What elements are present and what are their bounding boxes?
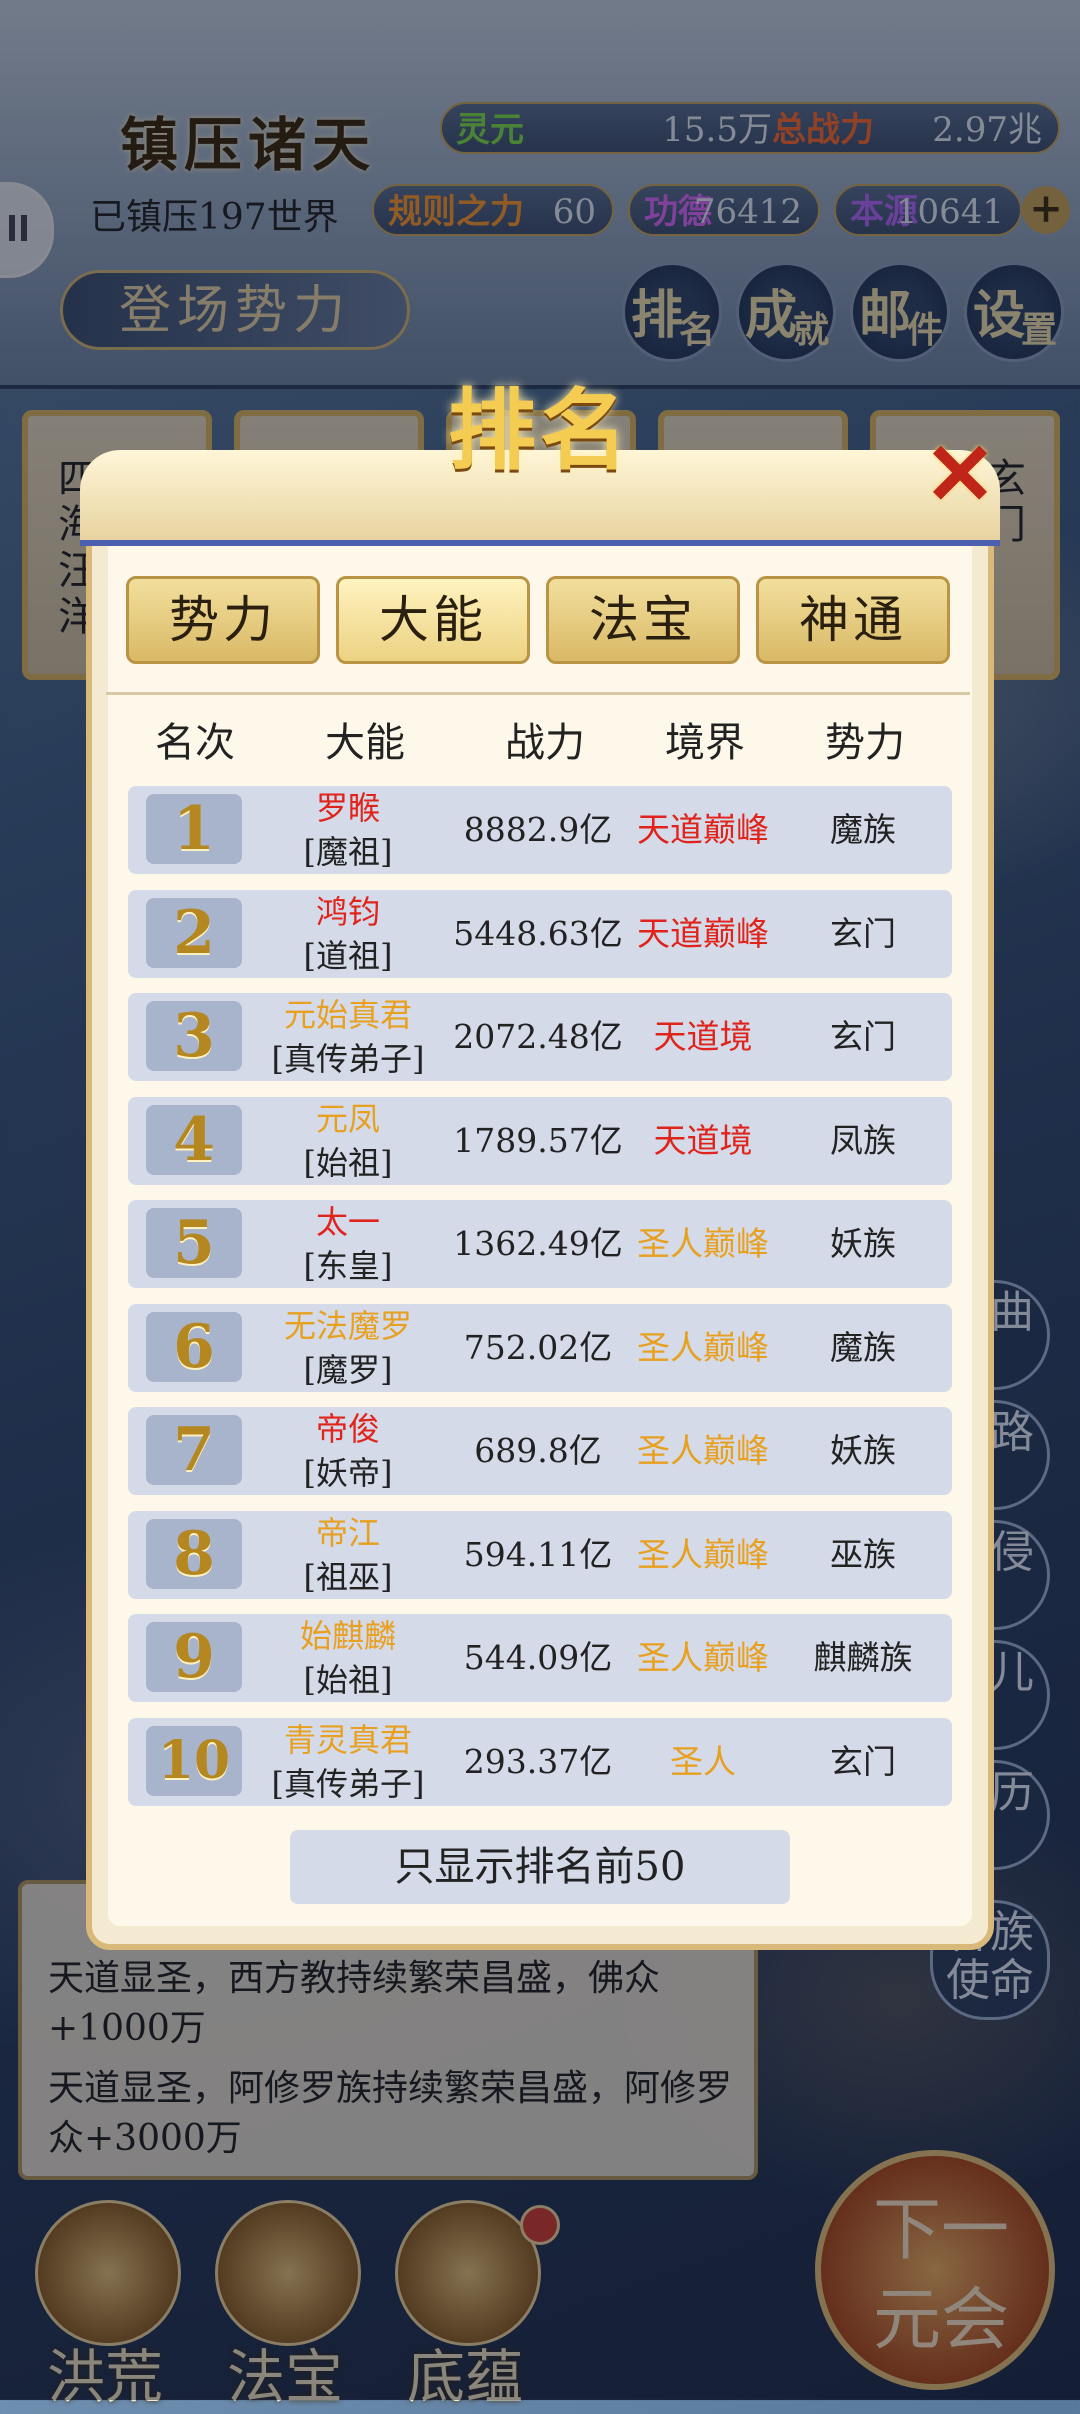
realm: 天道境: [653, 1120, 753, 1160]
rank-number: 8: [146, 1518, 242, 1589]
power-name-cell: 始麒麟 [始祖]: [268, 1614, 428, 1702]
faction: 玄门: [830, 1741, 896, 1781]
combat-power: 293.37亿: [463, 1741, 613, 1781]
ranking-row[interactable]: 1 罗睺 [魔祖] 8882.9亿 天道巅峰 魔族: [128, 786, 952, 874]
combat-power: 5448.63亿: [453, 913, 623, 953]
power-title: [魔祖]: [303, 833, 393, 871]
close-icon: ✕: [923, 424, 997, 525]
rank-number: 9: [146, 1622, 242, 1692]
faction: 魔族: [830, 1327, 896, 1367]
faction: 玄门: [830, 1017, 896, 1056]
combat-power: 2072.48亿: [453, 1017, 623, 1056]
power-title: [道祖]: [303, 936, 393, 975]
rank-number: 2: [146, 897, 242, 968]
power-title: [始祖]: [303, 1143, 393, 1182]
tab-abilities[interactable]: 神通: [756, 576, 950, 664]
realm: 圣人巅峰: [637, 1224, 769, 1263]
power-title: [东皇]: [303, 1247, 393, 1285]
power-title: [真传弟子]: [271, 1764, 425, 1803]
power-name: 始麒麟: [299, 1617, 396, 1655]
combat-power: 8882.9亿: [463, 810, 613, 849]
rank-number: 3: [146, 1001, 242, 1071]
power-name-cell: 元始真君 [真传弟子]: [268, 993, 428, 1081]
combat-power: 689.8亿: [474, 1431, 602, 1470]
power-name: 太一: [315, 1203, 380, 1241]
ranking-row[interactable]: 10 青灵真君 [真传弟子] 293.37亿 圣人 玄门: [128, 1717, 952, 1806]
power-name-cell: 无法魔罗 [魔罗]: [268, 1304, 428, 1392]
combat-power: 1789.57亿: [453, 1120, 623, 1160]
ranking-row[interactable]: 5 太一 [东皇] 1362.49亿 圣人巅峰 妖族: [128, 1200, 952, 1288]
tab-artifacts[interactable]: 法宝: [546, 576, 740, 664]
realm: 天道境: [653, 1017, 753, 1056]
tab-powers[interactable]: 大能: [336, 576, 530, 664]
header-power: 战力: [505, 720, 585, 766]
combat-power: 752.02亿: [463, 1327, 613, 1367]
header-rank: 名次: [155, 720, 235, 766]
faction: 巫族: [830, 1534, 896, 1574]
realm: 圣人: [670, 1741, 736, 1781]
power-name: 罗睺: [315, 789, 380, 827]
power-title: [祖巫]: [303, 1557, 393, 1596]
faction: 魔族: [830, 810, 896, 849]
faction: 玄门: [830, 913, 896, 953]
power-name-cell: 帝江 [祖巫]: [268, 1511, 428, 1599]
power-name: 无法魔罗: [283, 1306, 412, 1345]
power-title: [真传弟子]: [271, 1040, 425, 1078]
ranking-row[interactable]: 4 元凤 [始祖] 1789.57亿 天道境 凤族: [128, 1096, 952, 1185]
ranking-row[interactable]: 7 帝俊 [妖帝] 689.8亿 圣人巅峰 妖族: [128, 1407, 952, 1495]
rank-number: 10: [146, 1725, 242, 1796]
close-button[interactable]: ✕: [915, 430, 1005, 520]
rank-number: 4: [146, 1104, 242, 1175]
rank-number: 7: [146, 1415, 242, 1485]
divider: [106, 692, 970, 695]
power-name-cell: 青灵真君 [真传弟子]: [268, 1718, 428, 1806]
ranking-row[interactable]: 8 帝江 [祖巫] 594.11亿 圣人巅峰 巫族: [128, 1510, 952, 1599]
power-title: [魔罗]: [303, 1350, 393, 1389]
tab-factions[interactable]: 势力: [126, 576, 320, 664]
realm: 圣人巅峰: [637, 1638, 769, 1677]
rank-number: 6: [146, 1311, 242, 1382]
faction: 妖族: [830, 1224, 896, 1263]
combat-power: 1362.49亿: [453, 1224, 623, 1263]
faction: 麒麟族: [813, 1638, 913, 1677]
ranking-row[interactable]: 6 无法魔罗 [魔罗] 752.02亿 圣人巅峰 魔族: [128, 1303, 952, 1392]
power-name-cell: 鸿钧 [道祖]: [268, 890, 428, 978]
power-title: [始祖]: [303, 1661, 393, 1699]
realm: 天道巅峰: [637, 913, 769, 953]
power-name-cell: 罗睺 [魔祖]: [268, 786, 428, 874]
realm: 圣人巅峰: [637, 1534, 769, 1574]
realm: 天道巅峰: [637, 810, 769, 849]
power-name: 元始真君: [283, 996, 412, 1034]
power-name: 帝江: [315, 1513, 380, 1552]
realm: 圣人巅峰: [637, 1431, 769, 1470]
power-name-cell: 元凤 [始祖]: [268, 1097, 428, 1185]
header-faction: 势力: [825, 720, 905, 766]
ranking-row[interactable]: 2 鸿钧 [道祖] 5448.63亿 天道巅峰 玄门: [128, 889, 952, 978]
combat-power: 544.09亿: [463, 1638, 613, 1677]
power-name-cell: 太一 [东皇]: [268, 1200, 428, 1288]
header-name: 大能: [325, 720, 405, 766]
power-name-cell: 帝俊 [妖帝]: [268, 1407, 428, 1495]
modal-title: 排名: [447, 378, 632, 482]
rank-number: 1: [146, 794, 242, 864]
power-name: 元凤: [315, 1099, 380, 1138]
combat-power: 594.11亿: [463, 1534, 613, 1574]
ranking-row[interactable]: 3 元始真君 [真传弟子] 2072.48亿 天道境 玄门: [128, 993, 952, 1081]
faction: 妖族: [830, 1431, 896, 1470]
power-name: 青灵真君: [283, 1720, 412, 1759]
faction: 凤族: [830, 1120, 896, 1160]
power-name: 帝俊: [315, 1410, 380, 1448]
power-title: [妖帝]: [303, 1454, 393, 1492]
realm: 圣人巅峰: [637, 1327, 769, 1367]
header-realm: 境界: [665, 720, 745, 766]
power-name: 鸿钧: [315, 892, 380, 931]
rank-number: 5: [146, 1208, 242, 1278]
show-top-50-note: 只显示排名前50: [290, 1830, 790, 1904]
ranking-row[interactable]: 9 始麒麟 [始祖] 544.09亿 圣人巅峰 麒麟族: [128, 1614, 952, 1702]
